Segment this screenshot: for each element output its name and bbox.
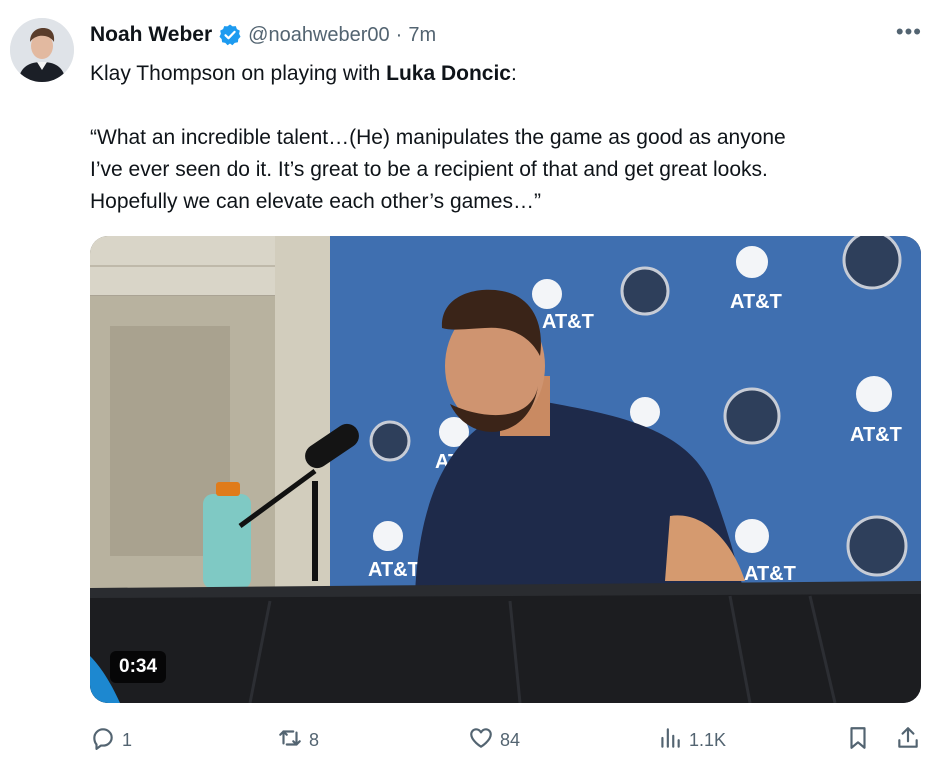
quote-line-1: “What an incredible talent…(He) manipula… bbox=[90, 126, 786, 149]
verified-badge-icon bbox=[218, 23, 242, 47]
retweet-count: 8 bbox=[309, 729, 320, 750]
views-count: 1.1K bbox=[689, 729, 727, 750]
video-player[interactable]: AT&T AT&T AT&T AT&T AT&T AT&T bbox=[90, 236, 921, 703]
avatar[interactable] bbox=[10, 18, 74, 82]
separator-dot: · bbox=[395, 23, 403, 46]
like-count: 84 bbox=[500, 729, 521, 750]
share-button[interactable] bbox=[895, 722, 921, 758]
quote-line-2: I’ve ever seen do it. It’s great to be a… bbox=[90, 158, 768, 181]
views-icon bbox=[657, 725, 683, 756]
quote-line-3: Hopefully we can elevate each other’s ga… bbox=[90, 190, 541, 213]
tweet-line-1: Klay Thompson on playing with Luka Donci… bbox=[90, 58, 920, 90]
retweet-button[interactable]: 8 bbox=[277, 722, 319, 758]
reply-icon bbox=[90, 725, 116, 756]
post-time[interactable]: 7m bbox=[408, 24, 436, 47]
mention-luka-doncic: Luka Doncic bbox=[386, 62, 511, 85]
like-button[interactable]: 84 bbox=[468, 722, 520, 758]
tweet-text: Klay Thompson on playing with Luka Donci… bbox=[90, 58, 920, 218]
video-duration: 0:34 bbox=[110, 651, 167, 683]
bookmark-icon bbox=[845, 725, 871, 756]
backdrop-logo-text: AT&T bbox=[368, 559, 420, 581]
share-icon bbox=[895, 725, 921, 756]
author-handle[interactable]: @noahweber00 bbox=[248, 24, 390, 47]
more-options-icon[interactable]: ••• bbox=[896, 20, 922, 44]
backdrop-logo-text: AT&T bbox=[730, 291, 782, 313]
reply-count: 1 bbox=[122, 729, 133, 750]
retweet-icon bbox=[277, 725, 303, 756]
video-frame: AT&T AT&T AT&T AT&T AT&T AT&T bbox=[90, 236, 921, 703]
reply-button[interactable]: 1 bbox=[90, 722, 132, 758]
avatar-image bbox=[10, 18, 74, 82]
tweet-actions: 1 8 84 1.1K bbox=[0, 722, 940, 758]
backdrop-logo-text: AT&T bbox=[542, 311, 594, 333]
bookmark-button[interactable] bbox=[845, 722, 871, 758]
like-icon bbox=[468, 725, 494, 756]
backdrop-logo-text: AT&T bbox=[744, 563, 796, 585]
author-name[interactable]: Noah Weber bbox=[90, 23, 212, 47]
views-button[interactable]: 1.1K bbox=[657, 722, 726, 758]
backdrop-logo-text: AT&T bbox=[850, 424, 902, 446]
tweet-header: Noah Weber @noahweber00 · 7m bbox=[90, 20, 436, 50]
tweet-line-1-prefix: Klay Thompson on playing with bbox=[90, 62, 387, 85]
tweet-line-1-suffix: : bbox=[511, 62, 517, 85]
